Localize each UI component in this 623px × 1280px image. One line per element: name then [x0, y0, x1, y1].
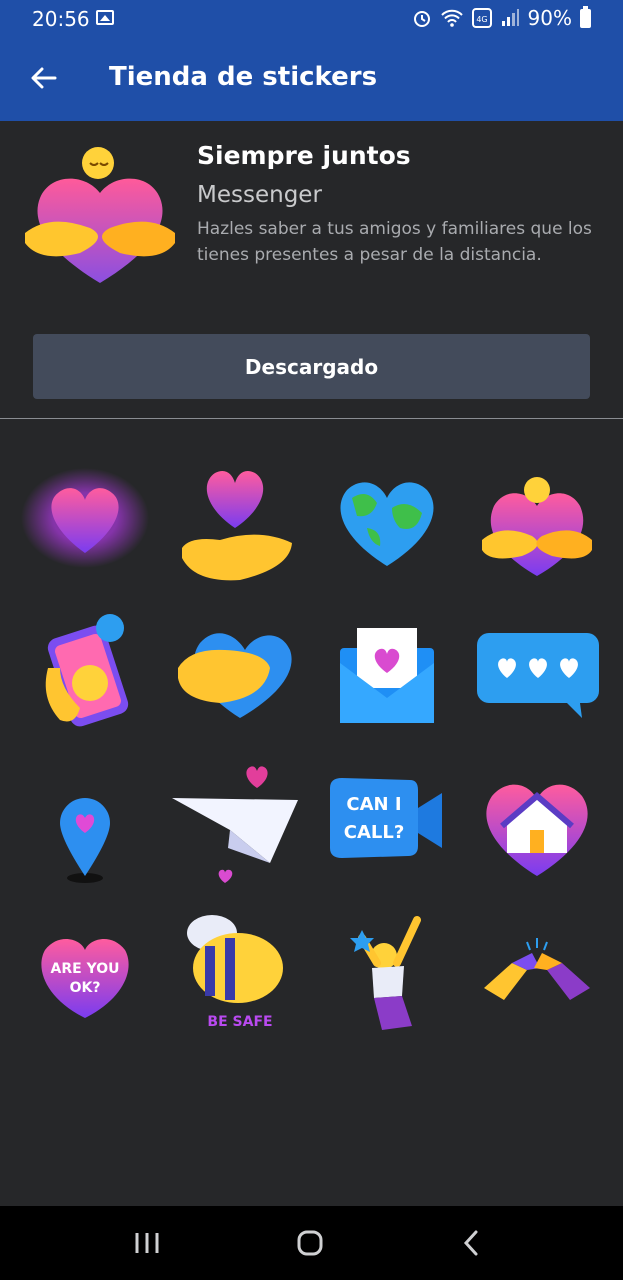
image-notification-icon — [96, 10, 114, 25]
back-arrow-icon — [31, 67, 57, 89]
status-icons: 4G 90% — [412, 5, 591, 30]
system-navigation-bar — [0, 1206, 623, 1280]
hugging-heart-sticker[interactable] — [472, 458, 602, 588]
svg-text:BE SAFE: BE SAFE — [207, 1014, 272, 1030]
home-heart-sticker[interactable] — [472, 758, 602, 888]
location-heart-sticker[interactable] — [20, 758, 150, 888]
divider — [0, 418, 623, 419]
are-you-ok-sticker[interactable]: ARE YOU OK? — [20, 908, 150, 1038]
battery-icon — [580, 5, 591, 28]
wifi-icon — [440, 9, 463, 27]
sticker-pack-header: Siempre juntos Messenger Hazles saber a … — [0, 121, 623, 418]
glowing-heart-sticker[interactable] — [20, 458, 150, 588]
love-letter-sticker[interactable] — [322, 608, 452, 738]
hand-on-heart-sticker[interactable] — [170, 608, 300, 738]
earth-heart-sticker[interactable] — [322, 458, 452, 588]
alarm-icon — [413, 11, 430, 27]
home-icon — [297, 1230, 323, 1256]
back-chevron-icon — [463, 1230, 478, 1256]
be-safe-bee-sticker[interactable]: BE SAFE — [170, 908, 300, 1038]
svg-text:ARE YOU: ARE YOU — [51, 961, 120, 977]
chat-hearts-sticker[interactable] — [472, 608, 602, 738]
volte-icon: 4G — [471, 8, 492, 28]
app-bar: Tienda de stickers — [0, 36, 623, 121]
pack-thumbnail-hug-heart-icon — [25, 147, 175, 283]
pack-description: Hazles saber a tus amigos y familiares q… — [197, 219, 592, 265]
phone-call-smiley-sticker[interactable] — [20, 608, 150, 738]
recent-apps-button[interactable] — [122, 1222, 172, 1264]
back-nav-button[interactable] — [446, 1222, 496, 1264]
svg-text:OK?: OK? — [70, 980, 101, 996]
battery-percent: 90% — [527, 6, 572, 30]
back-button[interactable] — [22, 56, 66, 100]
svg-text:CALL?: CALL? — [344, 822, 405, 843]
home-button[interactable] — [285, 1222, 335, 1264]
heart-on-hand-sticker[interactable] — [170, 458, 300, 588]
page-title: Tienda de stickers — [109, 62, 378, 92]
downloaded-button[interactable]: Descargado — [33, 334, 590, 399]
recent-apps-icon — [135, 1233, 159, 1253]
pack-author: Messenger — [197, 182, 322, 208]
can-i-call-sticker[interactable]: CAN I CALL? — [322, 758, 452, 888]
svg-text:CAN I: CAN I — [346, 794, 401, 815]
signal-icon — [501, 9, 519, 26]
pack-name: Siempre juntos — [197, 141, 411, 170]
elbow-bump-sticker[interactable] — [472, 908, 602, 1038]
jumping-person-sticker[interactable] — [322, 908, 452, 1038]
status-time: 20:56 — [32, 7, 90, 31]
svg-text:4G: 4G — [476, 15, 487, 24]
status-bar: 20:56 4G 90% — [0, 0, 623, 36]
paper-plane-hearts-sticker[interactable] — [170, 758, 300, 888]
